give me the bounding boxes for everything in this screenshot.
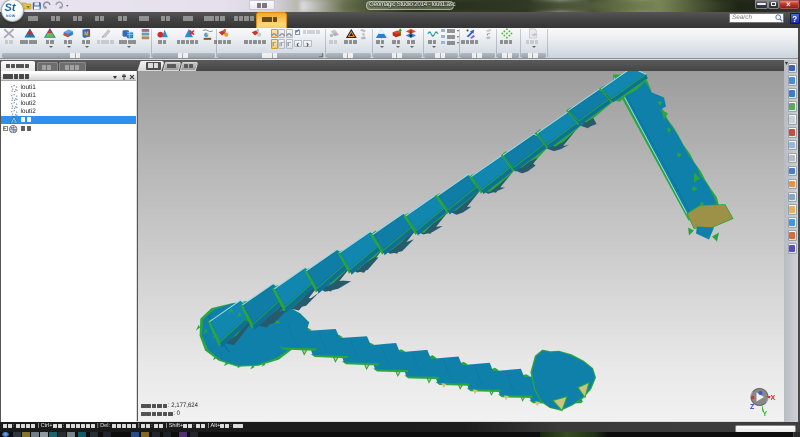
svg-text:Z: Z xyxy=(750,404,755,411)
svg-text:X: X xyxy=(771,395,776,402)
svg-text:M: M xyxy=(85,32,89,38)
svg-text:Y: Y xyxy=(763,411,768,417)
